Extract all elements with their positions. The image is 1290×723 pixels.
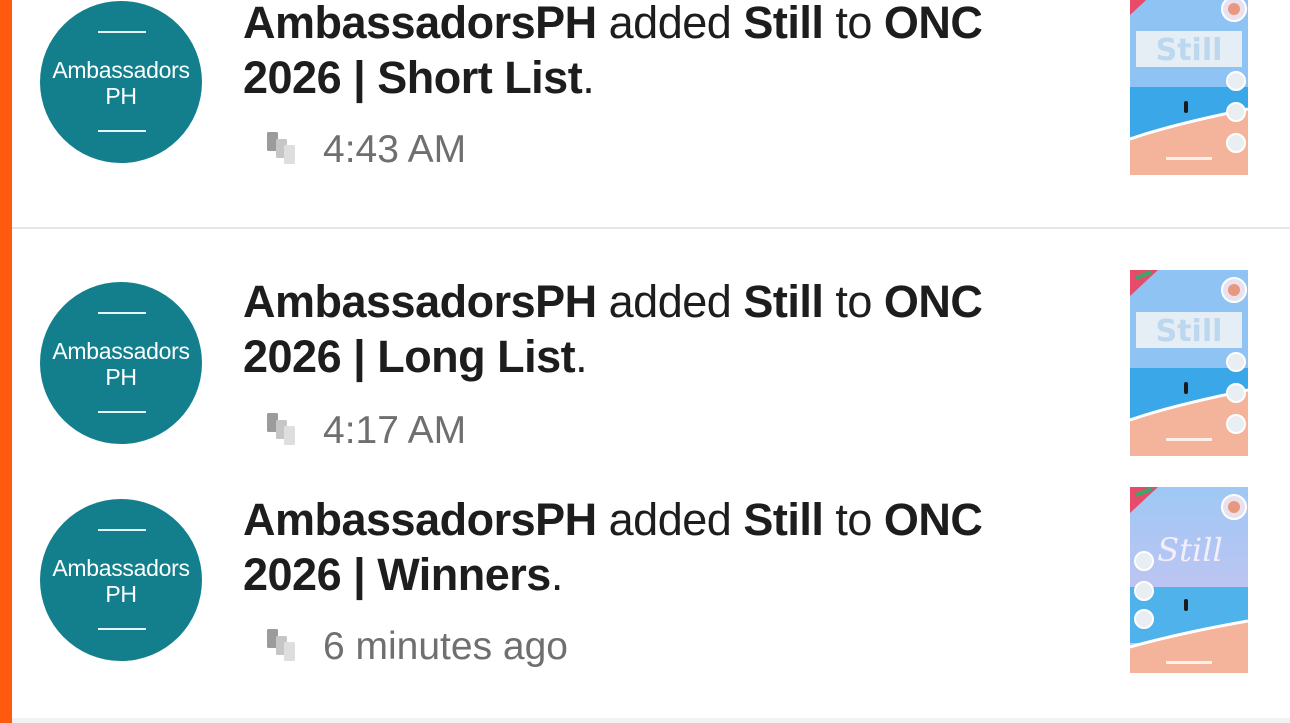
avatar-top-line: [98, 529, 146, 531]
timestamp: 4:17 AM: [323, 409, 467, 452]
list-name-line-2: 2026 | Long List: [243, 331, 576, 382]
book-title[interactable]: Still: [743, 276, 824, 327]
avatar-text-1: Ambassadors: [52, 57, 190, 83]
list-name-line-2: 2026 | Winners: [243, 549, 551, 600]
preposition-text: to: [835, 276, 872, 327]
avatar[interactable]: Ambassadors PH: [40, 1, 202, 163]
book-title[interactable]: Still: [743, 494, 824, 545]
verb-text: added: [608, 0, 732, 48]
notification-text: AmbassadorsPH added Still to ONC 2026 | L…: [243, 274, 1003, 384]
notification-item-long-list[interactable]: Ambassadors PH AmbassadorsPH added Still…: [12, 229, 1290, 456]
svg-text:Still: Still: [1156, 33, 1223, 68]
notification-text: AmbassadorsPH added Still to ONC 2026 | W…: [243, 492, 1003, 602]
book-cover-art-icon: Still: [1130, 0, 1248, 175]
book-cover-art-icon: Still: [1130, 270, 1248, 456]
avatar-top-line: [98, 31, 146, 33]
book-title[interactable]: Still: [743, 0, 824, 48]
book-cover[interactable]: Still: [1130, 270, 1248, 456]
list-name-line-1: ONC: [883, 0, 983, 48]
notification-text: AmbassadorsPH added Still to ONC 2026 | S…: [243, 0, 1003, 105]
period-text: .: [550, 549, 564, 600]
avatar-top-line: [98, 312, 146, 314]
avatar-text-2: PH: [105, 581, 137, 607]
avatar-text-1: Ambassadors: [52, 338, 190, 364]
list-bottom-border: [12, 718, 1290, 723]
verb-text: added: [608, 494, 732, 545]
notification-item-winners[interactable]: Ambassadors PH AmbassadorsPH added Still…: [12, 449, 1290, 718]
avatar-bottom-line: [98, 628, 146, 630]
accent-bar: [0, 0, 12, 723]
actor-name[interactable]: AmbassadorsPH: [243, 276, 597, 327]
actor-name[interactable]: AmbassadorsPH: [243, 494, 597, 545]
timestamp: 6 minutes ago: [323, 625, 568, 668]
avatar-label: Ambassadors PH: [40, 338, 202, 390]
verb-text: added: [608, 276, 732, 327]
avatar[interactable]: Ambassadors PH: [40, 282, 202, 444]
list-name-line-1: ONC: [883, 276, 983, 327]
avatar-bottom-line: [98, 411, 146, 413]
list-name-line-2: 2026 | Short List: [243, 52, 583, 103]
timestamp: 4:43 AM: [323, 128, 467, 171]
avatar-label: Ambassadors PH: [40, 555, 202, 607]
avatar-text-2: PH: [105, 83, 137, 109]
svg-text:Still: Still: [1157, 531, 1222, 569]
avatar[interactable]: Ambassadors PH: [40, 499, 202, 661]
avatar-bottom-line: [98, 130, 146, 132]
list-name-line-1: ONC: [883, 494, 983, 545]
avatar-label: Ambassadors PH: [40, 57, 202, 109]
copy-stack-icon: [267, 629, 295, 661]
actor-name[interactable]: AmbassadorsPH: [243, 0, 597, 48]
book-cover[interactable]: Still: [1130, 0, 1248, 175]
preposition-text: to: [835, 494, 872, 545]
notification-item-short-list[interactable]: Ambassadors PH AmbassadorsPH added Still…: [12, 0, 1290, 226]
copy-stack-icon: [267, 132, 295, 164]
svg-text:Still: Still: [1156, 314, 1223, 349]
copy-stack-icon: [267, 413, 295, 445]
period-text: .: [575, 331, 588, 382]
avatar-text-1: Ambassadors: [52, 555, 190, 581]
period-text: .: [582, 52, 595, 103]
book-cover-art-icon: Still: [1130, 487, 1248, 673]
avatar-text-2: PH: [105, 364, 137, 390]
preposition-text: to: [835, 0, 872, 48]
book-cover[interactable]: Still: [1130, 487, 1248, 673]
